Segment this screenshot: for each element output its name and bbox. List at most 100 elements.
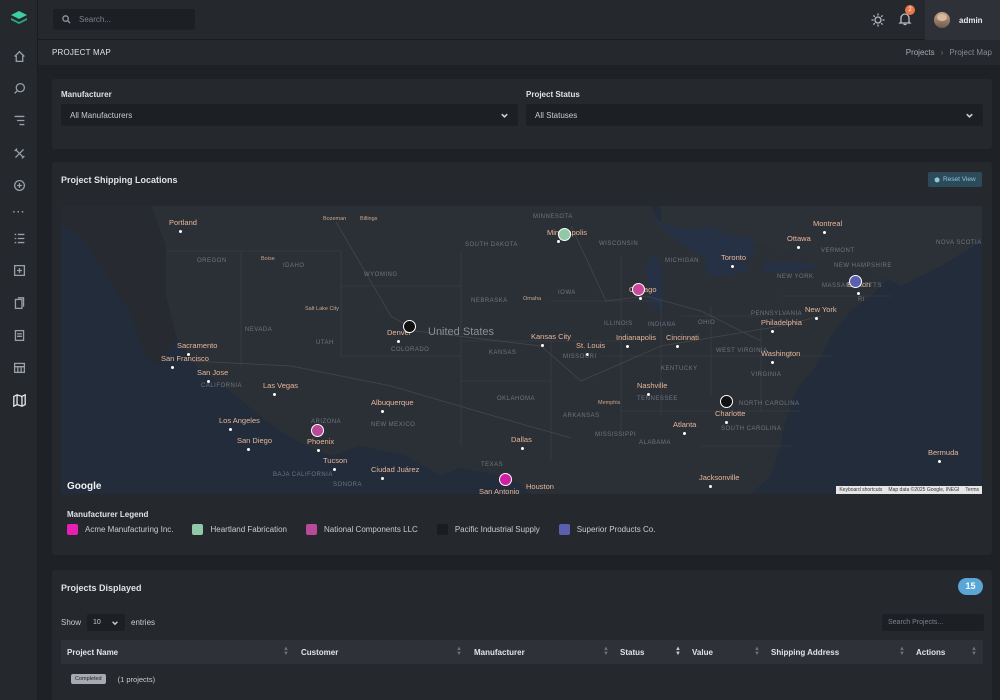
legend-item-heartland-fabrication[interactable]: Heartland Fabrication [192, 524, 287, 535]
state-label-oklahoma: OKLAHOMA [497, 396, 536, 402]
chevron-down-icon [112, 620, 118, 625]
projects-card-title: Projects Displayed [61, 583, 142, 593]
map-marker-chicago[interactable] [632, 283, 645, 296]
state-label-kansas: KANSAS [489, 350, 517, 356]
chevron-down-icon [966, 113, 973, 118]
sort-arrows-icon[interactable]: ▲ ▼ [971, 646, 977, 657]
page-title: PROJECT MAP [52, 48, 111, 57]
layers-logo-icon[interactable] [10, 9, 28, 27]
theme-sun-icon[interactable] [871, 13, 885, 27]
state-label-west-virginia: WEST VIRGINIA [716, 348, 768, 354]
state-label-north-carolina: NORTH CAROLINA [739, 401, 800, 407]
add-square-icon[interactable] [11, 262, 27, 278]
city-label-boise: Boise [261, 256, 275, 262]
legend-label: National Components LLC [323, 525, 418, 534]
state-label-utah: UTAH [316, 340, 334, 346]
shipping-map[interactable]: Portland Sacramento San Francisco San Jose L… [61, 206, 982, 494]
map-marker-minneapolis[interactable] [558, 228, 571, 241]
entries-select[interactable]: 10 [87, 614, 126, 631]
state-label-idaho: IDAHO [283, 263, 305, 269]
reset-view-button[interactable]: ⬢ Reset View [928, 172, 982, 187]
city-dot [397, 340, 400, 343]
global-search-input[interactable]: Search... [53, 9, 195, 30]
city-dot [171, 366, 174, 369]
calendar-grid-icon[interactable] [11, 359, 27, 375]
sort-arrows-icon[interactable]: ▲ ▼ [283, 646, 289, 657]
column-header-manufacturer[interactable]: Manufacturer [474, 648, 525, 657]
location-pin-icon: ⬢ [934, 176, 940, 184]
map-marker-san-antonio[interactable] [499, 473, 512, 486]
state-label-south-dakota: SOUTH DAKOTA [465, 242, 518, 248]
add-circle-icon[interactable] [11, 177, 27, 193]
city-dot [771, 330, 774, 333]
city-dot [797, 246, 800, 249]
state-label-mississippi: MISSISSIPPI [595, 432, 637, 438]
column-header-customer[interactable]: Customer [301, 648, 338, 657]
manufacturer-select[interactable]: All Manufacturers [61, 104, 518, 126]
map-marker-denver[interactable] [403, 320, 416, 333]
legend-item-superior-products-co[interactable]: Superior Products Co. [558, 524, 655, 535]
more-dots-icon[interactable]: ··· [11, 207, 27, 218]
sort-arrows-icon[interactable]: ▲ ▼ [899, 646, 905, 657]
terms-link[interactable]: Terms [962, 486, 982, 494]
city-label-bermuda: Bermuda [928, 448, 959, 457]
city-dot [815, 317, 818, 320]
city-dot [179, 230, 182, 233]
user-name: admin [959, 15, 983, 25]
column-header-project-name[interactable]: Project Name [67, 648, 118, 657]
sort-arrows-icon[interactable]: ▲ ▼ [754, 646, 760, 657]
sort-arrows-icon[interactable]: ▲ ▼ [603, 646, 609, 657]
state-label-ohio: OHIO [698, 320, 716, 326]
country-label: United States [428, 326, 495, 338]
map-marker-phoenix[interactable] [311, 424, 324, 437]
column-header-status[interactable]: Status [620, 648, 644, 657]
projects-count-badge: 15 [958, 578, 983, 595]
city-label-charlotte: Charlotte [715, 409, 746, 418]
city-dot [731, 265, 734, 268]
city-label-portland: Portland [169, 218, 197, 227]
legend-item-pacific-industrial-supply[interactable]: Pacific Industrial Supply [436, 524, 540, 535]
city-label-billings: Billings [360, 216, 378, 222]
state-label-nebraska: NEBRASKA [471, 298, 508, 304]
map-icon[interactable] [11, 392, 27, 408]
sort-arrows-icon[interactable]: ▲ ▼ [675, 646, 681, 657]
status-select[interactable]: All Statuses [526, 104, 983, 126]
status-group-row[interactable]: Completed (1 projects) [61, 669, 983, 689]
table-header: Project Name ▲ ▼ Customer ▲ ▼ Manufacturer ▲ ▼ St… [61, 640, 983, 664]
map-marker-charlotte[interactable] [720, 395, 733, 408]
city-label-nashville: Nashville [637, 381, 668, 390]
column-header-value[interactable]: Value [692, 648, 713, 657]
user-menu[interactable]: admin [925, 0, 1000, 40]
state-label-pennsylvania: PENNSYLVANIA [751, 311, 803, 317]
clipboard-icon[interactable] [11, 295, 27, 311]
tools-icon[interactable] [11, 145, 27, 161]
breadcrumb-projects[interactable]: Projects [906, 48, 935, 57]
status-select-value: All Statuses [535, 110, 578, 120]
keyboard-shortcuts-link[interactable]: Keyboard shortcuts [836, 486, 885, 494]
city-label-bozeman: Bozeman [323, 216, 347, 222]
avatar [934, 12, 950, 28]
state-label-arkansas: ARKANSAS [563, 413, 600, 419]
entries-value: 10 [93, 619, 101, 626]
filter-card: Manufacturer All Manufacturers Project S… [52, 79, 992, 149]
map-marker-boston[interactable] [849, 275, 862, 288]
column-header-shipping-address[interactable]: Shipping Address [771, 648, 839, 657]
state-label-illinois: ILLINOIS [604, 321, 633, 327]
legend-item-national-components-llc[interactable]: National Components LLC [305, 524, 418, 535]
city-label-houston: Houston [526, 482, 554, 491]
legend-item-acme-manufacturing-inc[interactable]: Acme Manufacturing Inc. [67, 524, 173, 535]
checklist-icon[interactable] [11, 230, 27, 246]
city-label-indianapolis: Indianapolis [616, 333, 657, 342]
search-zoom-icon[interactable] [11, 80, 27, 96]
home-icon[interactable] [11, 48, 27, 64]
document-list-icon[interactable] [11, 327, 27, 343]
projects-search-input[interactable]: Search Projects... [882, 614, 984, 631]
map-card: Project Shipping Locations ⬢ Reset View P… [52, 162, 992, 555]
column-header-actions[interactable]: Actions [916, 648, 945, 657]
city-label-phoenix: Phoenix [307, 437, 335, 446]
sort-arrows-icon[interactable]: ▲ ▼ [456, 646, 462, 657]
list-tree-icon[interactable] [11, 112, 27, 128]
city-dot [521, 447, 524, 450]
city-label-ottawa: Ottawa [787, 234, 811, 243]
city-label-montreal: Montreal [813, 219, 843, 228]
